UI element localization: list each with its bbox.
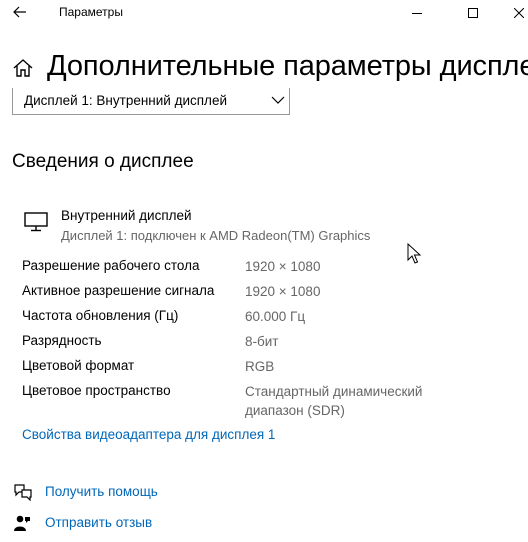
chevron-down-icon (271, 96, 285, 104)
arrow-left-icon (13, 6, 26, 18)
window-title: Параметры (59, 5, 123, 19)
maximize-icon (468, 7, 478, 18)
adapter-properties-link[interactable]: Свойства видеоадаптера для дисплея 1 (22, 427, 275, 442)
monitor-icon (24, 212, 48, 232)
property-label: Частота обновления (Гц) (22, 308, 179, 323)
back-button[interactable] (10, 3, 30, 21)
feedback-icon (14, 515, 30, 531)
section-heading: Сведения о дисплее (12, 151, 194, 172)
property-label: Цветовой формат (22, 358, 135, 373)
send-feedback-link[interactable]: Отправить отзыв (45, 515, 152, 530)
property-label: Разрешение рабочего стола (22, 258, 200, 273)
display-subtitle: Дисплей 1: подключен к AMD Radeon(TM) Gr… (61, 228, 371, 243)
close-button[interactable] (496, 0, 528, 25)
property-label: Активное разрешение сигнала (22, 283, 215, 298)
property-value: Стандартный динамический диапазон (SDR) (245, 384, 423, 418)
property-value: 1920 × 1080 (245, 284, 321, 299)
display-select[interactable]: Дисплей 1: Внутренний дисплей (12, 88, 290, 115)
title-bar: Параметры (0, 0, 528, 25)
minimize-button[interactable] (394, 0, 440, 25)
property-value: RGB (245, 359, 275, 374)
page-title: Дополнительные параметры дисплея (47, 50, 528, 82)
display-name: Внутренний дисплей (61, 208, 192, 223)
close-icon (514, 7, 524, 18)
property-value: 1920 × 1080 (245, 259, 321, 274)
minimize-icon (412, 12, 422, 14)
display-select-value: Дисплей 1: Внутренний дисплей (24, 93, 227, 108)
property-label: Цветовое пространство (22, 383, 171, 398)
help-icon (14, 484, 32, 501)
home-icon[interactable] (12, 57, 34, 79)
mouse-cursor-icon (407, 243, 421, 264)
property-label: Разрядность (22, 333, 102, 348)
maximize-button[interactable] (450, 0, 496, 25)
get-help-link[interactable]: Получить помощь (45, 484, 158, 499)
property-value: 60.000 Гц (245, 309, 306, 324)
property-value: 8-бит (245, 334, 279, 349)
